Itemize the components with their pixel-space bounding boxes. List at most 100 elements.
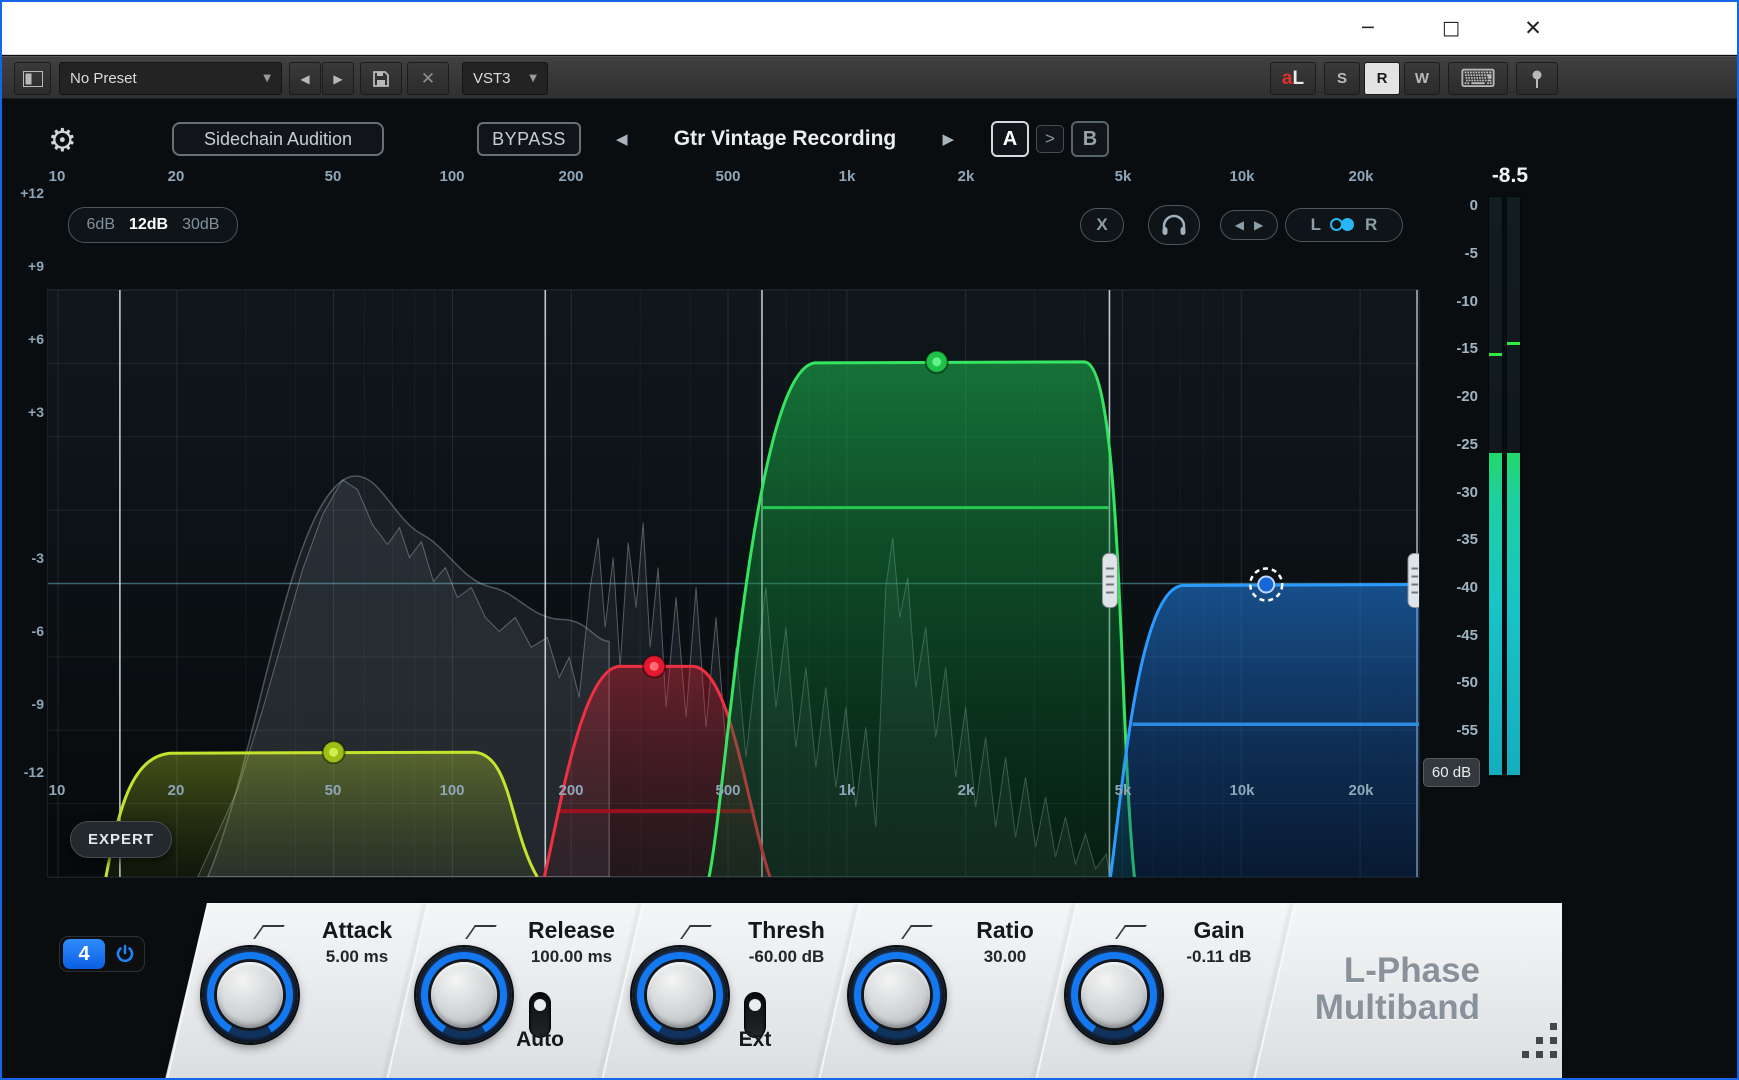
freq-tick: 50 [311,168,355,185]
meter-peak-left [1489,353,1502,356]
gain-readout: Gain -0.11 dB [1144,917,1294,967]
meter-tick: -5 [1432,245,1478,262]
ext-sidechain-label: Ext [720,1028,790,1052]
next-preset-button[interactable]: ▶ [322,62,354,95]
chevron-down-icon: ▼ [529,73,537,84]
zoom-30db[interactable]: 30dB [175,216,226,234]
save-preset-button[interactable] [360,62,402,95]
maximize-button[interactable]: □ [1430,13,1472,43]
freq-tick: 1k [825,782,869,799]
preset-name[interactable]: Gtr Vintage Recording [642,127,929,151]
headphones-icon [1161,214,1187,236]
chevron-down-icon: ▼ [263,73,271,84]
freq-tick: 20k [1339,782,1383,799]
band4-fill[interactable] [1110,584,1419,877]
preset-dropdown[interactable]: No Preset ▼ [59,62,282,95]
automation-logo-button[interactable]: aL [1270,62,1316,95]
freq-tick: 20 [154,168,198,185]
threshold-value[interactable]: -60.00 dB [709,947,864,967]
release-value[interactable]: 100.00 ms [494,947,649,967]
band4-node[interactable] [1258,577,1274,593]
knob-pointer [680,925,712,939]
next-band-icon[interactable]: ▶ [1254,218,1263,232]
freq-tick: 20 [154,782,198,799]
pin-icon[interactable] [1516,62,1558,95]
freq-tick: 500 [706,168,750,185]
channel-l[interactable]: L [1311,215,1321,235]
meter-tick: -35 [1432,531,1478,548]
freq-tick: 10 [35,168,79,185]
band-mute-button[interactable]: X [1080,208,1124,242]
write-automation-button[interactable]: W [1404,62,1440,95]
ratio-label: Ratio [930,917,1080,944]
setup-b-button[interactable]: B [1071,121,1109,157]
brand-line2: Multiband [1298,989,1480,1026]
prev-band-icon[interactable]: ◀ [1235,218,1244,232]
media-panel-icon[interactable] [14,62,51,95]
auto-release-label: Auto [502,1028,578,1052]
copy-a-to-b-button[interactable]: > [1036,125,1064,153]
audition-headphones-button[interactable] [1148,205,1200,245]
release-label: Release [494,917,649,944]
meter-range-button[interactable]: 60 dB [1423,758,1480,787]
read-automation-button[interactable]: R [1364,62,1400,95]
bypass-button[interactable]: BYPASS [477,122,581,156]
zoom-12db[interactable]: 12dB [122,216,175,234]
minimize-button[interactable]: ─ [1347,13,1389,43]
zoom-6db[interactable]: 6dB [80,216,122,234]
freq-tick: 20k [1339,168,1383,185]
zoom-range-selector[interactable]: 6dB 12dB 30dB [68,207,238,243]
channel-link-selector[interactable]: L R [1285,208,1403,242]
band-power-button[interactable] [105,944,144,964]
meter-tick: -15 [1432,340,1478,357]
band1-fill[interactable] [106,752,537,877]
format-dropdown[interactable]: VST3 ▼ [462,62,548,95]
sidechain-audition-button[interactable]: Sidechain Audition [172,122,384,156]
band-panel-wedge [2,903,234,1080]
ratio-value[interactable]: 30.00 [930,947,1080,967]
format-dropdown-value: VST3 [473,70,511,87]
meter-tick: -55 [1432,722,1478,739]
meter-tick: -20 [1432,388,1478,405]
attack-value[interactable]: 5.00 ms [282,947,432,967]
band-number[interactable]: 4 [63,939,105,969]
gain-label: Gain [1144,917,1294,944]
stereo-link-icon[interactable] [1330,218,1356,232]
gain-value[interactable]: -0.11 dB [1144,947,1294,967]
settings-gear-icon[interactable]: ⚙ [48,121,77,159]
channel-r[interactable]: R [1365,215,1377,235]
freq-tick: 5k [1101,782,1145,799]
freq-tick: 10k [1220,168,1264,185]
keyboard-icon[interactable]: ⌨ [1448,62,1508,95]
db-tick: -3 [4,550,44,566]
freq-tick: 100 [430,168,474,185]
knob-pointer [253,925,285,939]
preset-prev-icon[interactable]: ◀ [602,130,642,148]
db-tick: -6 [4,623,44,639]
crossover-grip-right[interactable] [1408,554,1419,608]
band-controls-panel: 4 Attack 5.00 ms Release 100.00 ms Auto [2,903,1562,1080]
plugin-area: ⚙ Sidechain Audition BYPASS ◀ Gtr Vintag… [2,100,1737,1080]
brand-line1: L-Phase [1298,952,1480,989]
threshold-readout: Thresh -60.00 dB [709,917,864,967]
resize-grip[interactable] [1522,1051,1529,1058]
meter-tick: -30 [1432,484,1478,501]
previous-preset-button[interactable]: ◀ [289,62,321,95]
close-button[interactable]: ✕ [1512,13,1554,43]
setup-a-button[interactable]: A [991,121,1029,157]
knob-pointer [901,925,933,939]
band-select-arrows[interactable]: ◀ ▶ [1220,210,1278,240]
band3-node-center [932,357,941,366]
remove-preset-button[interactable]: ✕ [407,62,449,95]
suspend-automation-button[interactable]: S [1324,62,1360,95]
db-tick: +9 [4,258,44,274]
ratio-readout: Ratio 30.00 [930,917,1080,967]
crossover-grip[interactable] [1102,554,1117,608]
db-tick: +3 [4,404,44,420]
knob-pointer [1115,925,1147,939]
expert-mode-button[interactable]: EXPERT [70,821,172,858]
meter-fill-left [1489,453,1502,775]
band2-node-center [650,662,659,671]
preset-next-icon[interactable]: ▶ [928,130,968,148]
meter-tick: -45 [1432,627,1478,644]
